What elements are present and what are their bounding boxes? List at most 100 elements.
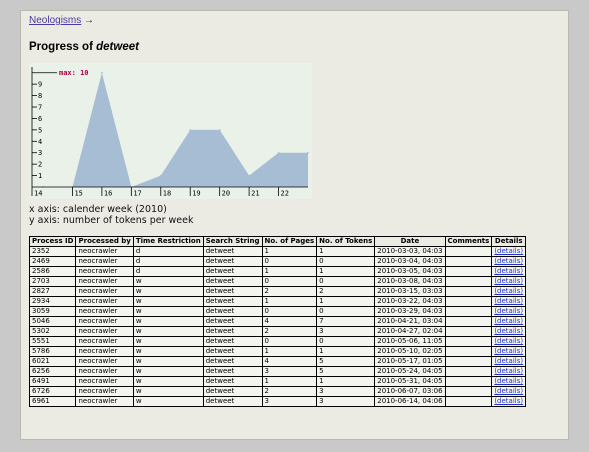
details-link[interactable]: (details) bbox=[491, 246, 527, 257]
table-cell: w bbox=[132, 286, 204, 297]
table-cell: w bbox=[132, 396, 204, 407]
table-cell: neocrawler bbox=[75, 386, 134, 397]
details-link[interactable]: (details) bbox=[491, 306, 527, 317]
table-cell: 2010-03-29, 04:03 bbox=[374, 306, 446, 317]
table-row: 5786 neocrawler w detweet 1 1 2010-05-10, 02:0… bbox=[28, 346, 527, 357]
table-cell bbox=[444, 326, 493, 337]
table-cell: w bbox=[132, 376, 204, 387]
details-link[interactable]: (details) bbox=[491, 266, 527, 277]
y-tick-label: 4 bbox=[38, 138, 42, 146]
table-cell bbox=[444, 336, 493, 347]
table-cell: 2352 bbox=[28, 246, 77, 257]
x-tick-label: 16 bbox=[104, 190, 112, 198]
details-link[interactable]: (details) bbox=[491, 316, 527, 327]
table-cell: w bbox=[132, 356, 204, 367]
page-title-term: detweet bbox=[96, 41, 139, 53]
table-cell: w bbox=[132, 306, 204, 317]
table-row: 3059 neocrawler w detweet 0 0 2010-03-29, 04:0… bbox=[28, 306, 527, 317]
table-cell: 6491 bbox=[28, 376, 77, 387]
table-cell: 2010-05-24, 04:05 bbox=[374, 366, 446, 377]
table-cell: 1 bbox=[261, 246, 318, 257]
table-cell: 2010-05-06, 11:05 bbox=[374, 336, 446, 347]
table-cell: 1 bbox=[316, 246, 376, 257]
table-cell: detweet bbox=[202, 256, 263, 267]
details-link[interactable]: (details) bbox=[491, 286, 527, 297]
table-cell: 2010-05-31, 04:05 bbox=[374, 376, 446, 387]
table-cell: 2010-04-27, 02:04 bbox=[374, 326, 446, 337]
table-cell: 2 bbox=[261, 326, 318, 337]
y-tick-label: 7 bbox=[38, 104, 42, 112]
table-cell: 0 bbox=[316, 256, 376, 267]
table-cell: 2010-04-21, 03:04 bbox=[374, 316, 446, 327]
details-link[interactable]: (details) bbox=[491, 396, 527, 407]
table-cell: neocrawler bbox=[75, 326, 134, 337]
table-row: 2586 neocrawler d detweet 1 1 2010-03-05, 04:0… bbox=[28, 266, 527, 277]
table-cell bbox=[444, 276, 493, 287]
table-cell: 5046 bbox=[28, 316, 77, 327]
table-cell: 1 bbox=[316, 296, 376, 307]
table-cell bbox=[444, 256, 493, 267]
table-cell: 2469 bbox=[28, 256, 77, 267]
table-cell: 1 bbox=[261, 266, 318, 277]
table-cell: 1 bbox=[316, 376, 376, 387]
table-cell: neocrawler bbox=[75, 376, 134, 387]
table-cell: 0 bbox=[261, 276, 318, 287]
table-cell: 2010-03-03, 04:03 bbox=[374, 246, 446, 257]
table-cell: neocrawler bbox=[75, 296, 134, 307]
details-link[interactable]: (details) bbox=[491, 326, 527, 337]
table-cell: detweet bbox=[202, 356, 263, 367]
table-cell: neocrawler bbox=[75, 266, 134, 277]
table-cell: 1 bbox=[261, 376, 318, 387]
column-header-processed-by: Processed by bbox=[75, 236, 134, 247]
data-point bbox=[101, 71, 103, 74]
table-cell: detweet bbox=[202, 316, 263, 327]
table-cell: 2010-06-14, 04:06 bbox=[374, 396, 446, 407]
table-cell: 5 bbox=[316, 356, 376, 367]
data-point bbox=[248, 174, 250, 177]
x-tick-label: 15 bbox=[74, 190, 82, 198]
breadcrumb-link-neologisms[interactable]: Neologisms bbox=[29, 15, 81, 26]
table-cell: w bbox=[132, 316, 204, 327]
table-cell bbox=[444, 366, 493, 377]
table-cell: 6961 bbox=[28, 396, 77, 407]
page-content: Neologisms → Progress of detweet max: 10… bbox=[20, 10, 569, 440]
breadcrumb: Neologisms → bbox=[29, 15, 94, 26]
table-cell bbox=[444, 246, 493, 257]
details-link[interactable]: (details) bbox=[491, 336, 527, 347]
data-point bbox=[218, 129, 221, 131]
token-progress-chart: max: 10 1 2 3 4 5 6 7 8 9 14 15 16 17 18 19 20 21 22 bbox=[29, 63, 312, 199]
table-cell: 2703 bbox=[28, 276, 77, 287]
details-link[interactable]: (details) bbox=[491, 356, 527, 367]
details-link[interactable]: (details) bbox=[491, 346, 527, 357]
details-link[interactable]: (details) bbox=[491, 376, 527, 387]
table-cell: 3 bbox=[316, 386, 376, 397]
table-cell: 2586 bbox=[28, 266, 77, 277]
data-point bbox=[159, 174, 162, 177]
y-tick-label: 2 bbox=[38, 161, 42, 169]
column-header-comments: Comments bbox=[444, 236, 493, 247]
x-tick-label: 18 bbox=[163, 190, 171, 198]
y-tick-label: 5 bbox=[38, 126, 42, 134]
details-link[interactable]: (details) bbox=[491, 276, 527, 287]
table-cell: d bbox=[132, 256, 204, 267]
details-link[interactable]: (details) bbox=[491, 296, 527, 307]
y-tick-label: 6 bbox=[38, 115, 42, 123]
table-cell: neocrawler bbox=[75, 366, 134, 377]
table-row: 2827 neocrawler w detweet 2 2 2010-03-15, 03:0… bbox=[28, 286, 527, 297]
table-cell: neocrawler bbox=[75, 256, 134, 267]
column-header-time-restriction: Time Restriction bbox=[132, 236, 204, 247]
table-cell: detweet bbox=[202, 326, 263, 337]
table-row: 6256 neocrawler w detweet 3 5 2010-05-24, 04:0… bbox=[28, 366, 527, 377]
table-row: 6021 neocrawler w detweet 4 5 2010-05-17, 01:0… bbox=[28, 356, 527, 367]
table-row: 5302 neocrawler w detweet 2 3 2010-04-27, 02:0… bbox=[28, 326, 527, 337]
details-link[interactable]: (details) bbox=[491, 256, 527, 267]
details-link[interactable]: (details) bbox=[491, 386, 527, 397]
table-cell: 6726 bbox=[28, 386, 77, 397]
table-cell: 2010-03-15, 03:03 bbox=[374, 286, 446, 297]
table-row: 2703 neocrawler w detweet 0 0 2010-03-08, 04:0… bbox=[28, 276, 527, 287]
details-link[interactable]: (details) bbox=[491, 366, 527, 377]
table-cell: w bbox=[132, 366, 204, 377]
table-cell: detweet bbox=[202, 266, 263, 277]
table-cell: 3059 bbox=[28, 306, 77, 317]
table-cell: 2010-03-22, 04:03 bbox=[374, 296, 446, 307]
